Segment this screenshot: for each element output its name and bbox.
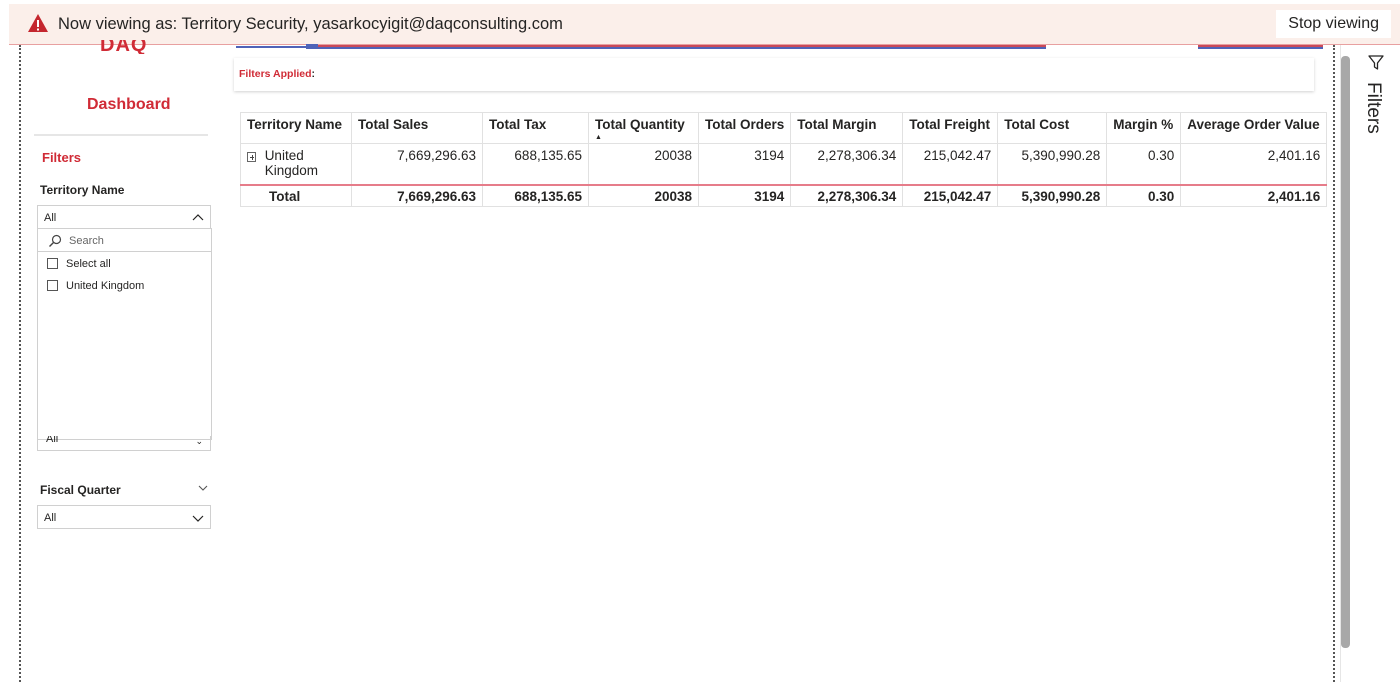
chevron-down-icon [192,515,204,522]
column-header[interactable]: Margin % [1106,112,1182,144]
table-cell: 7,669,296.63 [351,143,483,185]
stop-viewing-button[interactable]: Stop viewing [1276,10,1391,38]
column-header[interactable]: Total Margin [790,112,904,144]
table-cell: 215,042.47 [902,143,999,185]
sort-ascending-icon: ▲ [595,134,602,141]
banner-message: Now viewing as: Territory Security, yasa… [58,15,563,33]
table-row: United Kingdom 7,669,296.63 688,135.65 2… [240,143,1328,185]
view-as-banner: Now viewing as: Territory Security, yasa… [9,4,1400,45]
fiscal-quarter-value: All [44,512,57,524]
header-bar [236,45,308,48]
chevron-up-icon[interactable] [192,212,204,224]
territory-name-dropdown[interactable]: All [37,205,211,229]
column-header[interactable]: Total Orders [697,112,792,144]
vertical-scrollbar[interactable] [1341,56,1350,648]
total-cell: 0.30 [1106,183,1182,207]
obscured-dropdown-value: All [46,436,59,445]
header-row: Territory Name Total Sales Total Tax Tot… [240,112,1328,144]
column-header[interactable]: Territory Name [240,112,352,144]
filters-applied-label: Filters Applied: [239,68,316,80]
slicer-search[interactable]: Search [38,229,211,252]
table-cell: 2,278,306.34 [790,143,904,185]
column-header[interactable]: Total Sales [351,112,483,144]
filters-applied-card: Filters Applied: [234,58,1314,91]
header-bar [318,45,1046,49]
column-header[interactable]: Total Tax [482,112,589,144]
total-row: Total 7,669,296.63 688,135.65 20038 3194… [240,183,1328,207]
chevron-down-icon: ⌄ [195,436,203,446]
obscured-dropdown[interactable]: All ⌄ [37,436,211,451]
territory-dropdown-list: Search Select all United Kingdom [37,228,212,440]
table-cell: 20038 [588,143,699,185]
table-cell: 5,390,990.28 [997,143,1108,185]
territory-name: United Kingdom [264,148,318,178]
chevron-down-icon[interactable] [197,482,209,494]
fiscal-quarter-label: Fiscal Quarter [40,483,121,497]
table-cell: 3194 [697,143,792,185]
total-cell: 7,669,296.63 [351,183,483,207]
filters-pane-label[interactable]: Filters [1362,82,1384,134]
canvas-border-left [19,45,21,682]
table-cell: 688,135.65 [482,143,589,185]
sales-matrix: Territory Name Total Sales Total Tax Tot… [240,112,1328,207]
table-cell: 2,401.16 [1180,143,1328,185]
dashboard-title[interactable]: Dashboard [87,96,171,114]
checkbox[interactable] [47,258,58,269]
filter-icon[interactable] [1367,54,1385,72]
total-cell: 2,401.16 [1180,183,1328,207]
column-header-sorted[interactable]: Total Quantity ▲ [588,112,699,144]
total-label: Total [240,183,352,207]
total-cell: 5,390,990.28 [997,183,1108,207]
filters-heading: Filters [42,150,82,165]
option-label: Select all [66,258,111,270]
canvas-border-right [1333,45,1335,682]
fiscal-quarter-dropdown[interactable]: All [37,505,211,529]
warning-icon [28,14,48,32]
search-placeholder: Search [69,235,104,247]
territory-name-label: Territory Name [40,183,125,197]
column-header-label: Total Quantity [595,117,685,132]
total-cell: 215,042.47 [902,183,999,207]
table-cell: 0.30 [1106,143,1182,185]
total-cell: 3194 [697,183,792,207]
column-header[interactable]: Total Cost [997,112,1108,144]
header-bar [1198,45,1323,49]
territory-name-value: All [44,212,57,224]
company-logo: DAQ [100,40,148,54]
total-cell: 688,135.65 [482,183,589,207]
search-icon [49,234,62,247]
column-header[interactable]: Total Freight [902,112,999,144]
column-header[interactable]: Average Order Value [1180,112,1328,144]
total-cell: 2,278,306.34 [790,183,904,207]
checkbox[interactable] [47,280,58,291]
total-cell: 20038 [588,183,699,207]
divider [34,134,208,136]
header-bar [306,44,318,49]
option-label: United Kingdom [66,280,145,292]
territory-cell: United Kingdom [240,143,352,185]
expand-plus-icon[interactable] [247,152,256,162]
